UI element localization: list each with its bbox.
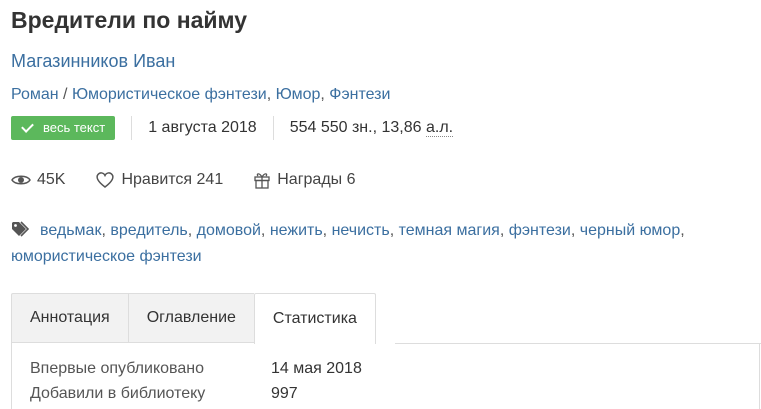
book-size: 554 550 зн., 13,86 а.л.	[289, 118, 454, 137]
stat-value: 14 мая 2018	[271, 359, 362, 377]
statistics-panel: Впервые опубликовано 14 мая 2018 Добавил…	[30, 356, 362, 406]
tab-panel-border	[759, 343, 760, 409]
likes-count: 241	[196, 171, 224, 188]
likes-stat[interactable]: Нравится 241	[95, 171, 223, 189]
full-text-badge: весь текст	[11, 115, 116, 140]
stat-row: Впервые опубликовано 14 мая 2018	[30, 356, 362, 381]
tab-annotation[interactable]: Аннотация	[11, 293, 128, 343]
likes-label: Нравится	[121, 171, 193, 188]
tag-link[interactable]: нежить	[270, 222, 323, 239]
tab-statistics[interactable]: Статистика	[253, 293, 376, 344]
genre-list: Роман / Юмористическое фэнтези, Юмор, Фэ…	[11, 86, 391, 103]
tab-panel-border	[11, 343, 12, 409]
tag-link[interactable]: домовой	[197, 222, 261, 239]
book-title: Вредители по найму	[11, 7, 248, 33]
eye-icon	[11, 175, 31, 185]
book-tabs: Аннотация Оглавление Статистика	[11, 293, 376, 344]
book-stats: 45K Нравится 241 Награды 6	[11, 168, 386, 192]
awards-stat[interactable]: Награды 6	[253, 171, 356, 189]
tag-link[interactable]: нечисть	[332, 222, 390, 239]
divider	[131, 115, 133, 140]
badge-label: весь текст	[43, 120, 106, 135]
tag-link[interactable]: темная магия	[399, 222, 500, 239]
tab-panel-border	[395, 343, 761, 344]
genre-link[interactable]: Фэнтези	[329, 86, 390, 103]
tag-link[interactable]: ведьмак	[40, 222, 101, 239]
tag-list: ведьмак, вредитель, домовой, нежить, неч…	[11, 221, 685, 265]
genre-link[interactable]: Юмористическое фэнтези	[72, 86, 267, 103]
heart-icon	[96, 172, 115, 188]
tab-contents[interactable]: Оглавление	[127, 293, 254, 343]
author-link[interactable]: Магазинников Иван	[11, 51, 175, 72]
tags-icon	[12, 221, 30, 237]
stat-value: 997	[271, 384, 298, 402]
gift-icon	[254, 173, 270, 189]
views-stat: 45K	[11, 171, 65, 189]
checkmark-icon	[21, 119, 34, 133]
views-count: 45K	[37, 171, 66, 188]
divider	[272, 115, 274, 140]
stat-label: Добавили в библиотеку	[30, 384, 206, 402]
genre-link[interactable]: Роман	[11, 86, 59, 103]
publish-date: 1 августа 2018	[148, 118, 257, 136]
stat-row: Добавили в библиотеку 997	[30, 381, 362, 406]
tag-link[interactable]: вредитель	[110, 222, 187, 239]
stat-label: Впервые опубликовано	[30, 359, 204, 377]
size-unit-abbr[interactable]: а.л.	[425, 118, 454, 137]
tag-link[interactable]: черный юмор	[580, 222, 680, 239]
tag-link[interactable]: фэнтези	[509, 222, 571, 239]
awards-count: 6	[346, 171, 356, 188]
tag-link[interactable]: юмористическое фэнтези	[11, 248, 202, 265]
genre-link[interactable]: Юмор	[276, 86, 321, 103]
book-meta: весь текст 1 августа 2018 554 550 зн., 1…	[11, 115, 454, 140]
awards-label: Награды	[277, 171, 343, 188]
